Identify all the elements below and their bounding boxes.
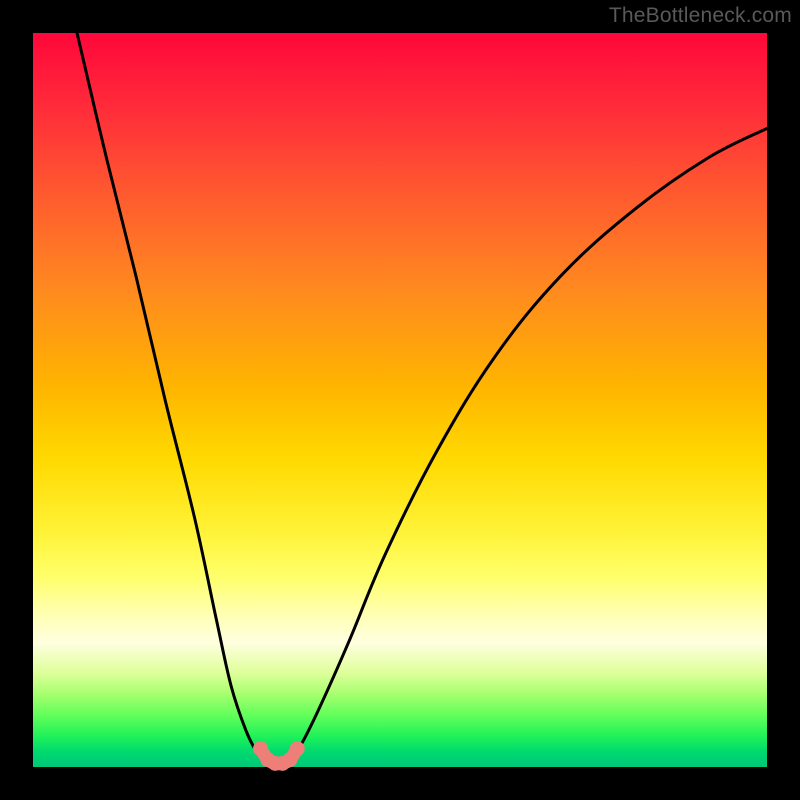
bottleneck-curve <box>33 33 767 767</box>
curve-right-branch <box>290 128 767 759</box>
valley-dot <box>290 741 305 756</box>
outer-frame: TheBottleneck.com <box>0 0 800 800</box>
watermark-text: TheBottleneck.com <box>609 4 792 28</box>
plot-area <box>33 33 767 767</box>
curve-left-branch <box>77 33 264 760</box>
